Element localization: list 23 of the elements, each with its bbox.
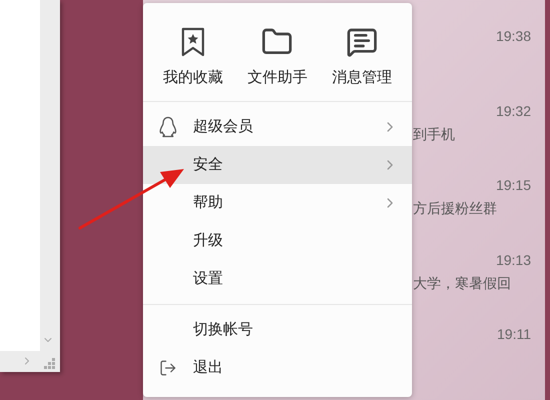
- penguin-icon: [159, 116, 177, 138]
- chat-time: 19:32: [496, 102, 531, 120]
- chat-time: 19:11: [497, 325, 531, 343]
- chat-time: 19:13: [496, 250, 531, 268]
- chat-preview: 到手机: [413, 124, 456, 142]
- menu-item[interactable]: 切换帐号: [143, 311, 412, 349]
- menu-item[interactable]: 设置: [143, 260, 412, 298]
- bookmark-star-icon: [180, 27, 206, 57]
- message-icon: [346, 26, 378, 58]
- chat-time: 19:38: [496, 27, 531, 45]
- chat-preview: 方后援粉丝群: [413, 199, 498, 217]
- menu-item[interactable]: 帮助: [143, 184, 412, 222]
- exit-icon: [159, 359, 177, 377]
- chat-preview: 大学，寒暑假回: [413, 274, 512, 292]
- menu-item[interactable]: 退出: [143, 349, 412, 387]
- shortcut-button[interactable]: 消息管理: [330, 25, 394, 87]
- menu-item[interactable]: 升级: [143, 222, 412, 260]
- menu-item[interactable]: 超级会员: [143, 108, 412, 146]
- resize-grip-icon[interactable]: [44, 358, 56, 370]
- shortcut-button[interactable]: 我的收藏: [161, 25, 226, 87]
- shortcut-button[interactable]: 文件助手: [245, 25, 310, 87]
- menu-item[interactable]: 安全: [143, 146, 412, 184]
- chat-time: 19:15: [496, 176, 531, 194]
